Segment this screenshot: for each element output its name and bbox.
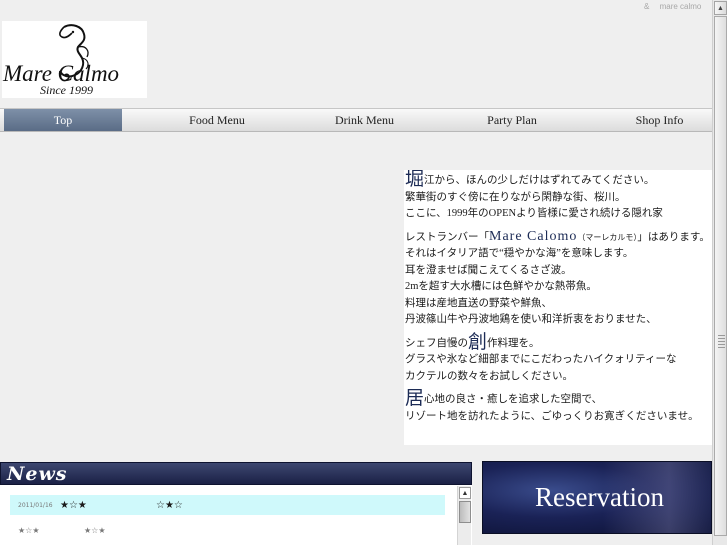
intro-reading: （マーレカルモ）	[577, 232, 638, 242]
nav-food-menu[interactable]: Food Menu	[122, 109, 312, 131]
intro-paragraph-2: レストランバー「Mare Calomo（マーレカルモ）」はあります。 それはイタ…	[405, 229, 712, 329]
news-stars: ★☆★	[18, 525, 40, 535]
reservation-label: Reservation	[535, 482, 664, 512]
news-header: News	[0, 462, 472, 485]
news-panel: News 2011/01/16 ★☆★ ☆★☆ ★☆★ ★☆★ ▲	[0, 462, 472, 545]
intro-initial-4: 居	[405, 388, 425, 409]
page-scrollbar[interactable]: ▲	[712, 0, 727, 545]
intro-line: シェフ自慢の	[405, 337, 468, 349]
intro-paragraph-1: 堀江から、ほんの少しだけはずれてみてください。 繁華街のすぐ傍に在りながら閑静な…	[405, 170, 712, 223]
intro-line: 繁華街のすぐ傍に在りながら閑静な街、桜川。	[405, 191, 626, 203]
intro-line: 」はあります。	[637, 231, 710, 243]
ampersand: &	[644, 2, 650, 11]
scroll-up-arrow-icon[interactable]: ▲	[714, 1, 727, 15]
news-item[interactable]: ★☆★ ★☆★	[10, 520, 445, 540]
news-scrollbar[interactable]: ▲	[457, 486, 471, 545]
intro-line: ここに、1999年のOPENより皆様に愛され続ける隠れ家	[405, 208, 663, 219]
intro-line: それはイタリア語で“穏やかな海”を意味します。	[405, 248, 634, 259]
main-nav: Top Food Menu Drink Menu Party Plan Shop…	[0, 108, 712, 132]
intro-line: 耳を澄ませば聞こえてくるさざ波。	[405, 264, 572, 276]
intro-line: カクテルの数々をお試しください。	[405, 370, 573, 382]
intro-brand: Mare Calomo	[489, 228, 578, 244]
scroll-grip-icon	[718, 335, 725, 349]
news-stars: ☆★☆	[156, 499, 183, 511]
page-scroll-thumb[interactable]	[714, 16, 727, 536]
news-title: News	[7, 462, 68, 485]
nav-drink-menu[interactable]: Drink Menu	[312, 109, 417, 131]
intro-line: グラスや氷など細部までにこだわったハイクォリティーな	[405, 354, 677, 365]
site-name[interactable]: mare calmo	[660, 2, 702, 11]
header-links: & mare calmo	[644, 2, 701, 11]
news-scroll-thumb[interactable]	[459, 501, 471, 523]
nav-shop-info[interactable]: Shop Info	[607, 109, 712, 131]
intro-line: 丹波篠山牛や丹波地鶏を使い和洋折衷をおりませた、	[405, 314, 657, 325]
news-stars: ★☆★	[84, 525, 106, 535]
intro-initial-1: 堀	[405, 170, 425, 190]
intro-line: レストランバー「	[405, 231, 489, 243]
intro-paragraph-4: 居心地の良さ・癒しを追求した空間で、 リゾート地を訪れたように、ごゆっくりお寛ぎ…	[405, 388, 712, 425]
news-list: 2011/01/16 ★☆★ ☆★☆ ★☆★ ★☆★	[0, 486, 472, 545]
news-stars: ★☆★	[60, 499, 87, 511]
intro-line: 江から、ほんの少しだけはずれてみてください。	[424, 175, 655, 186]
intro-line: リゾート地を訪れたように、ごゆっくりお寛ぎくださいませ。	[405, 410, 699, 422]
intro-line: 心地の良さ・癒しを追求した空間で、	[424, 394, 603, 405]
intro-text: 堀江から、ほんの少しだけはずれてみてください。 繁華街のすぐ傍に在りながら閑静な…	[404, 170, 712, 445]
scroll-up-arrow-icon[interactable]: ▲	[459, 487, 471, 499]
logo-since: Since 1999	[40, 83, 93, 97]
news-item[interactable]: 2011/01/16 ★☆★ ☆★☆	[10, 495, 445, 515]
seahorse-logo-icon: Mare Calmo Since 1999	[2, 24, 119, 97]
logo[interactable]: Mare Calmo Since 1999	[2, 21, 147, 98]
intro-line: 料理は産地直送の野菜や鮮魚、	[405, 297, 552, 309]
reservation-banner[interactable]: Reservation	[482, 461, 712, 534]
intro-paragraph-3: シェフ自慢の創作料理を。 グラスや氷など細部までにこだわったハイクォリティーな …	[405, 331, 712, 386]
intro-line: 2mを超す大水槽には色鮮やかな熱帯魚。	[405, 281, 597, 292]
news-date: 2011/01/16	[18, 501, 53, 509]
nav-top[interactable]: Top	[4, 109, 122, 131]
nav-party-plan[interactable]: Party Plan	[417, 109, 607, 131]
intro-initial-3: 創	[468, 331, 488, 353]
intro-line: 作料理を。	[487, 337, 540, 349]
